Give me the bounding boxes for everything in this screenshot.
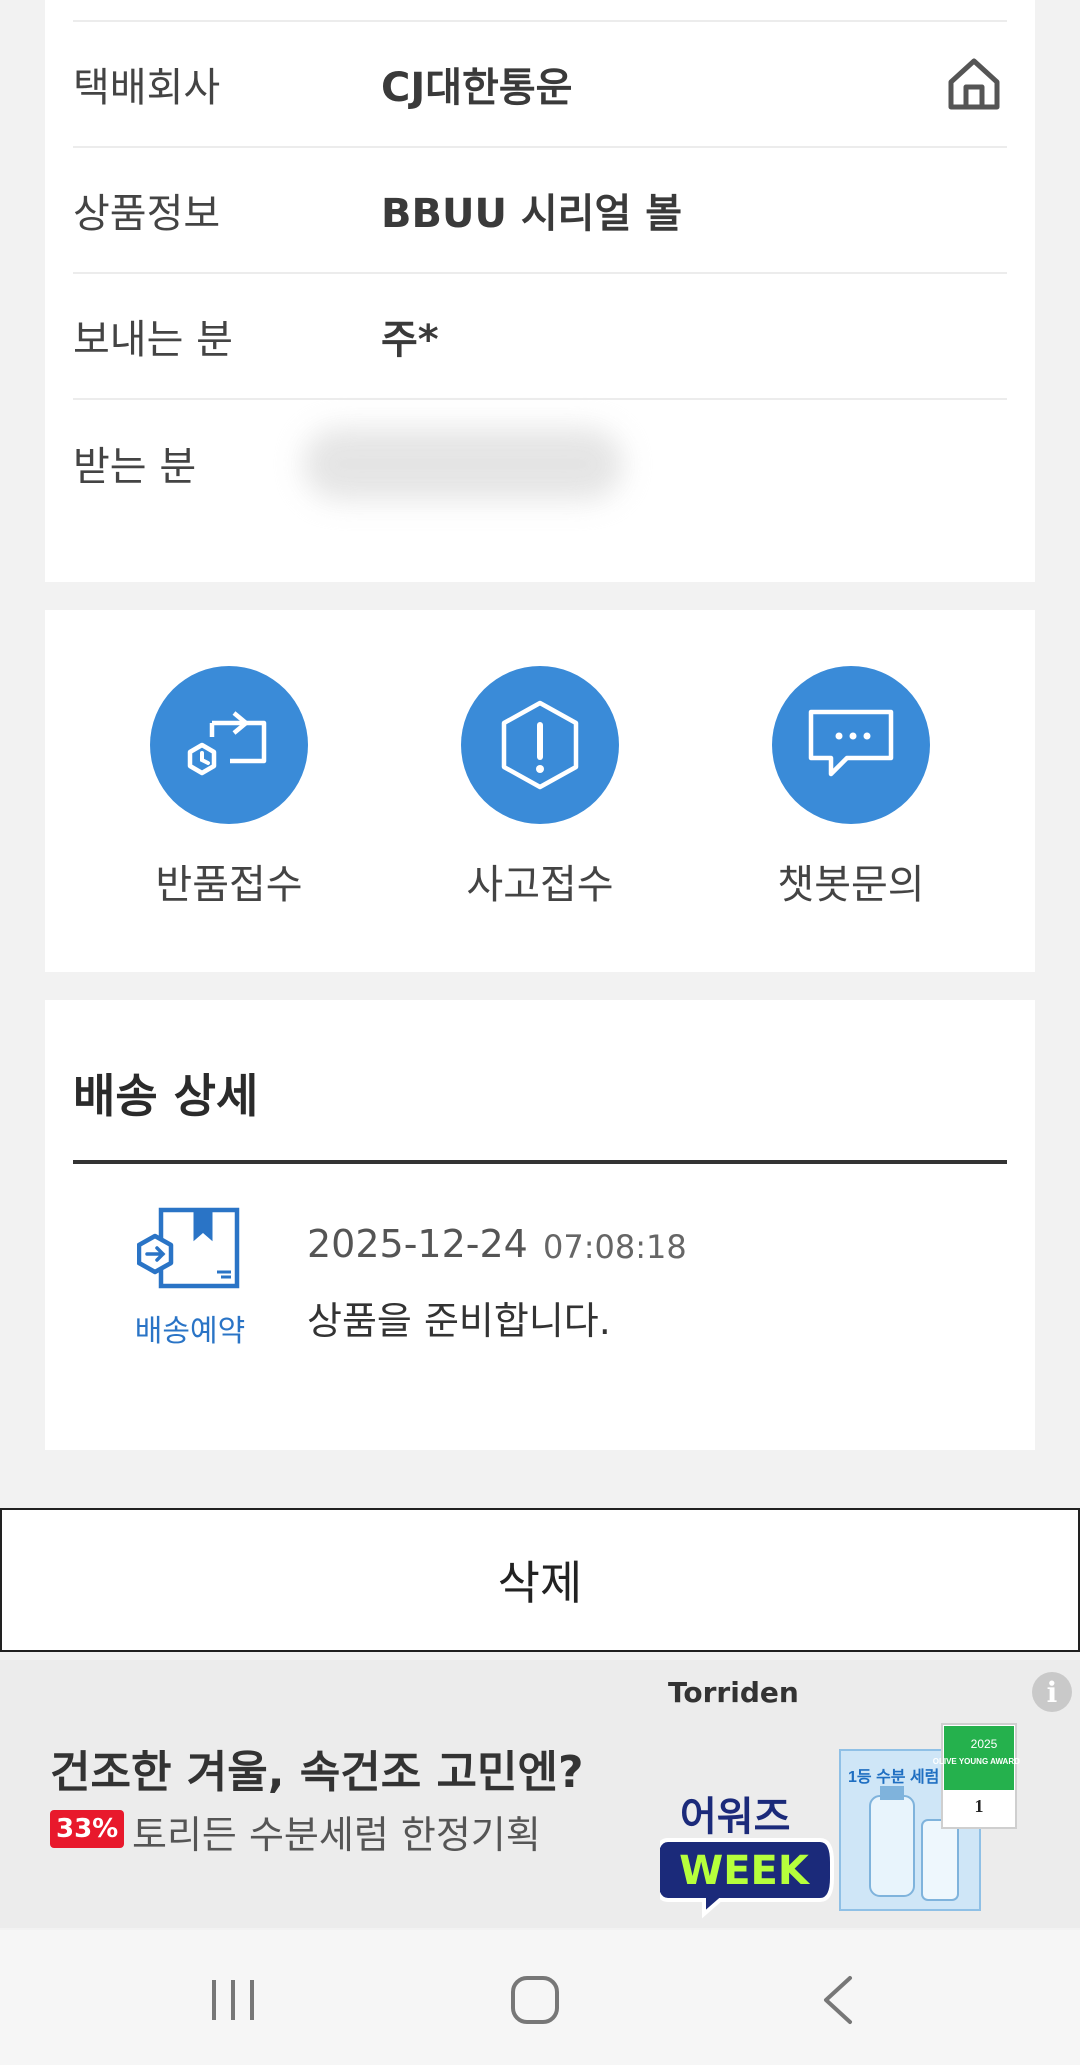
sender-value: 주* <box>381 317 439 363</box>
divider <box>73 1160 1007 1164</box>
chatbot-inquiry-label: 챗봇문의 <box>777 862 925 908</box>
info-row-product: 상품정보 BBUU 시리얼 볼 <box>73 148 1007 274</box>
promo-line-2: WEEK <box>679 1848 811 1894</box>
ad-subtitle: 토리든 수분세럼 한정기획 <box>132 1813 541 1857</box>
recipient-value-redacted <box>303 428 623 500</box>
shipment-info-card: 택배회사 CJ대한통운 상품정보 BBUU 시리얼 볼 보내는 분 주* 받는 … <box>45 0 1035 582</box>
recipient-label: 받는 분 <box>73 444 197 490</box>
return-request-label: 반품접수 <box>155 862 303 908</box>
recent-apps-icon[interactable] <box>198 1970 268 2030</box>
product-value: BBUU 시리얼 볼 <box>381 191 682 237</box>
package-box-icon <box>137 1207 240 1289</box>
info-icon[interactable]: i <box>1032 1672 1072 1712</box>
back-icon[interactable] <box>804 1970 874 2030</box>
delivery-detail-card: 배송 상세 배송예약 2025-12-24 07:08:18 상품을 준비합니다… <box>45 1000 1035 1450</box>
accident-report-button[interactable]: 사고접수 <box>440 666 640 910</box>
sender-label: 보내는 분 <box>73 317 233 363</box>
delete-button[interactable]: 삭제 <box>0 1508 1080 1652</box>
award-text: OLIVE YOUNG AWARDS <box>933 1757 1020 1766</box>
info-row-sender: 보내는 분 주* <box>73 274 1007 400</box>
chatbot-inquiry-button[interactable]: 챗봇문의 <box>751 666 951 910</box>
courier-label: 택배회사 <box>73 65 221 111</box>
svg-text:1: 1 <box>975 1796 984 1816</box>
home-nav-icon[interactable] <box>500 1970 570 2030</box>
event-description: 상품을 준비합니다. <box>307 1299 611 1343</box>
promo-line-1: 어워즈 <box>680 1794 790 1840</box>
alert-icon <box>461 666 619 824</box>
discount-badge: 33% <box>50 1810 125 1848</box>
return-request-button[interactable]: 반품접수 <box>129 666 329 910</box>
ad-product-image: 1등 수분 세럼 2025 OLIVE YOUNG AWARDS 1 어워즈 W… <box>660 1723 1020 1919</box>
accident-report-label: 사고접수 <box>466 862 614 908</box>
ad-headline: 건조한 겨울, 속건조 고민엔? <box>50 1747 584 1798</box>
chat-icon <box>772 666 930 824</box>
event-time: 07:08:18 <box>543 1228 687 1266</box>
home-icon[interactable] <box>945 55 1003 113</box>
status-label: 배송예약 <box>134 1314 246 1349</box>
event-date: 2025-12-24 <box>307 1222 528 1266</box>
system-nav-bar <box>0 1930 1080 2065</box>
ad-product-text: 1등 수분 세럼 <box>848 1768 939 1786</box>
actions-card: 반품접수 사고접수 챗봇문의 <box>45 610 1035 972</box>
info-row-recipient: 받는 분 <box>73 400 1007 526</box>
product-label: 상품정보 <box>73 191 221 237</box>
courier-value: CJ대한통운 <box>381 65 573 111</box>
info-row-courier: 택배회사 CJ대한통운 <box>73 22 1007 148</box>
return-icon <box>150 666 308 824</box>
ad-banner[interactable]: Torriden i 건조한 겨울, 속건조 고민엔? 33% 토리든 수분세럼… <box>0 1660 1080 1928</box>
award-year: 2025 <box>971 1737 998 1751</box>
delivery-detail-title: 배송 상세 <box>73 1069 259 1123</box>
